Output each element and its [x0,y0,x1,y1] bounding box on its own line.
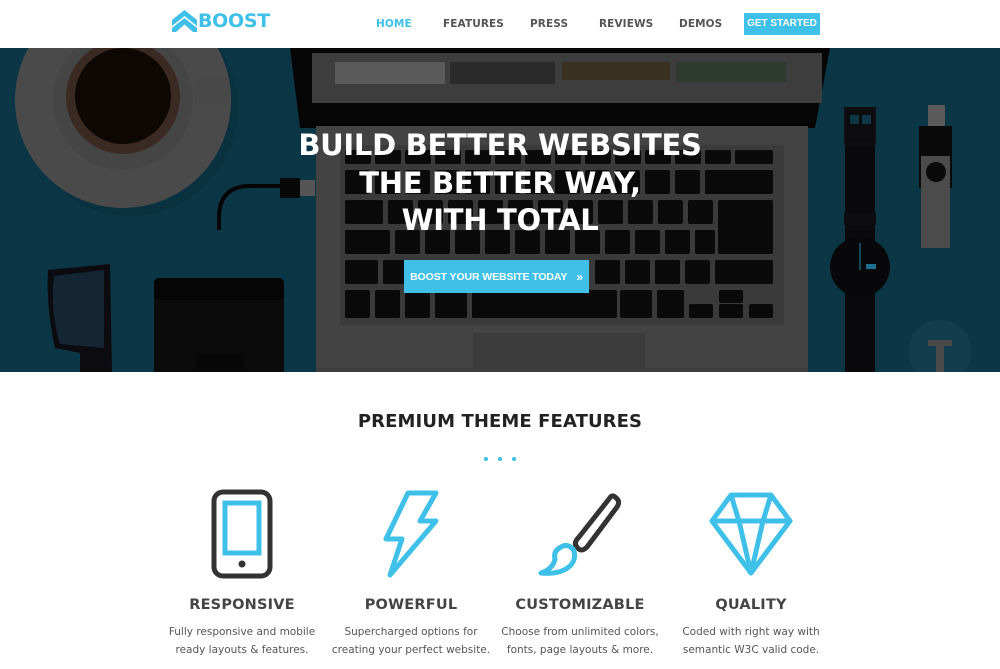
nav-press[interactable]: PRESS [530,13,568,35]
feature-powerful: POWERFUL Supercharged options for creatin… [321,488,501,659]
feature-desc-line: Coded with right way with [682,626,820,638]
feature-title: CUSTOMIZABLE [515,597,645,613]
boost-website-button[interactable]: BOOST YOUR WEBSITE TODAY » [404,260,589,293]
trackpad [473,333,645,372]
site-header: BOOST HOME FEATURES PRESS REVIEWS DEMOS … [0,0,1000,48]
nav-home[interactable]: HOME [376,13,412,35]
feature-desc-line: semantic W3C valid code. [682,644,820,656]
feature-desc-line: fonts, page layouts & more. [506,644,654,656]
nav-reviews[interactable]: REVIEWS [599,13,653,35]
hero-headline-line-1: BUILD BETTER WEBSITES [298,128,702,162]
feature-title: QUALITY [715,597,787,613]
feature-desc-line: creating your perfect website. [331,644,491,656]
feature-title: RESPONSIVE [189,597,295,613]
feature-quality: QUALITY Coded with right way with semanti… [661,488,841,659]
feature-desc-line: Supercharged options for [344,626,478,638]
feature-desc-line: Fully responsive and mobile [168,626,316,638]
double-chevron-right-icon: » [576,269,583,284]
hero-headline-line-3: WITH TOTAL [401,203,599,237]
diamond-icon [709,492,793,576]
paint-brush-icon [538,493,622,576]
hero-headline-line-2: THE BETTER WAY, [359,166,641,200]
feature-desc-line: ready layouts & features. [175,644,309,656]
lightning-bolt-icon [383,490,439,578]
nav-demos[interactable]: DEMOS [679,13,722,35]
hero-section: BUILD BETTER WEBSITES THE BETTER WAY, WI… [0,48,1000,372]
feature-desc-line: Choose from unlimited colors, [501,626,659,638]
features-heading: PREMIUM THEME FEATURES [357,411,643,432]
nav-features[interactable]: FEATURES [443,13,504,35]
feature-responsive: RESPONSIVE Fully responsive and mobile re… [152,488,332,659]
feature-title: POWERFUL [364,597,458,613]
feature-customizable: CUSTOMIZABLE Choose from unlimited color… [490,488,670,659]
boost-button-label: BOOST YOUR WEBSITE TODAY [410,270,568,283]
section-divider-dots [484,457,516,463]
main-nav: HOME FEATURES PRESS REVIEWS DEMOS [0,13,1000,35]
get-started-button[interactable]: GET STARTED [744,13,820,35]
tablet-icon [211,489,273,579]
